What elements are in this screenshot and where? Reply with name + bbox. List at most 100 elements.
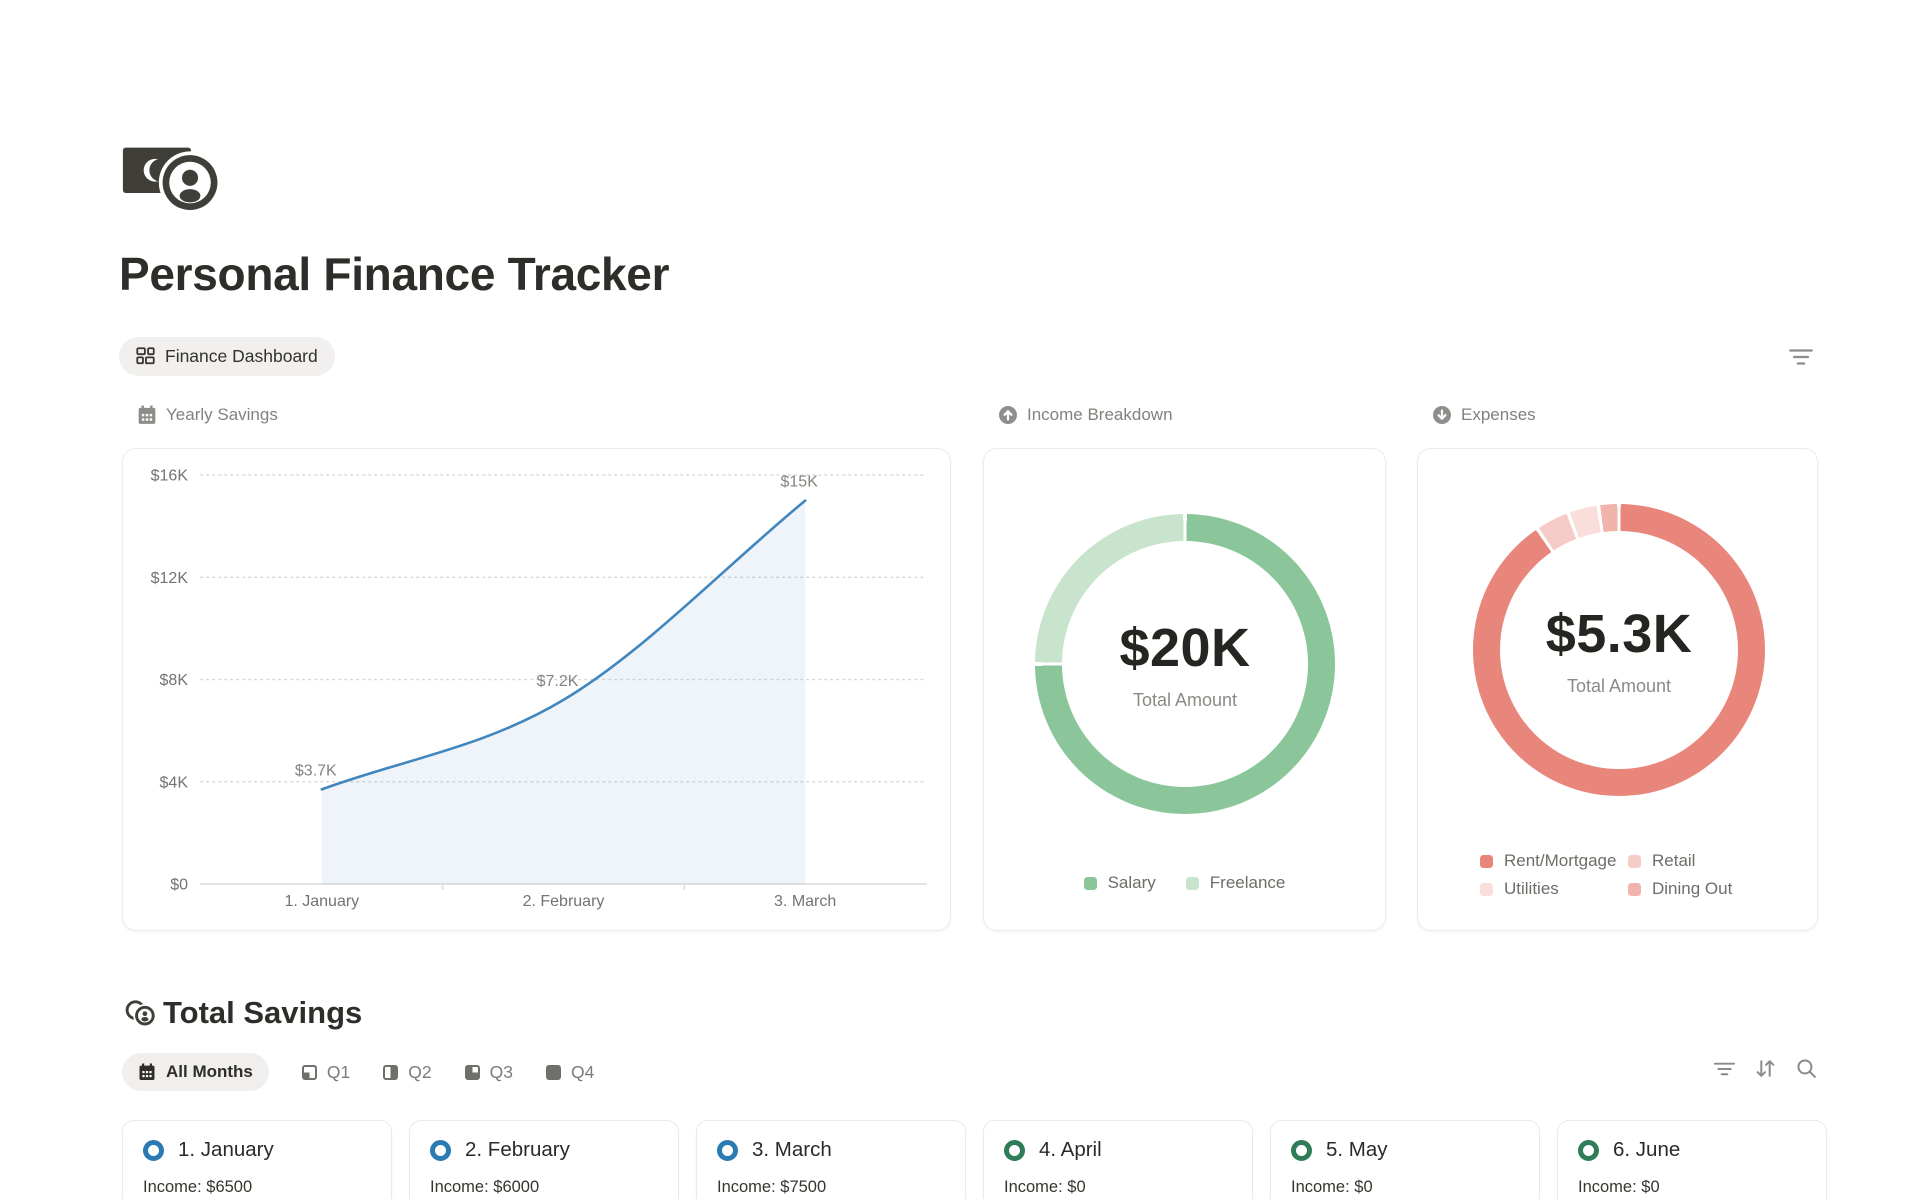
svg-text:$16K: $16K (151, 468, 189, 485)
status-ring-icon (1291, 1140, 1312, 1161)
month-income: Income: $0 (1291, 1178, 1519, 1197)
svg-text:$4K: $4K (160, 774, 189, 791)
calendar-icon (137, 405, 157, 425)
quarter-2-icon (383, 1065, 398, 1080)
month-income: Income: $7500 (717, 1178, 945, 1197)
legend-item-dining: Dining Out (1628, 879, 1732, 899)
finance-dashboard-tab[interactable]: Finance Dashboard (119, 337, 335, 376)
personal-finance-tracker-page: Personal Finance Tracker Finance Dashboa… (0, 0, 1920, 1199)
status-ring-icon (143, 1140, 164, 1161)
month-title: 6. June (1613, 1138, 1680, 1162)
quarter-3-icon (465, 1065, 480, 1080)
svg-text:$3.7K: $3.7K (295, 762, 337, 779)
dining-out-label: Dining Out (1652, 879, 1732, 899)
tab-q2[interactable]: Q2 (383, 1062, 431, 1083)
expenses-chart-card: $5.3K Total Amount Rent/Mortgage Retail … (1417, 448, 1818, 931)
month-income: Income: $0 (1004, 1178, 1232, 1197)
utilities-label: Utilities (1504, 879, 1559, 899)
yearly-savings-title: Yearly Savings (166, 405, 278, 425)
yearly-savings-chart-card: $0 $4K $8K $12K $16K 1. January 2. February 3. … (122, 448, 951, 931)
income-total-label: Total Amount (1133, 690, 1237, 711)
month-income: Income: $6500 (143, 1178, 371, 1197)
total-savings-tabs: All Months Q1 Q2 Q3 Q4 (122, 1053, 594, 1091)
all-months-label: All Months (166, 1062, 253, 1082)
q2-label: Q2 (408, 1062, 431, 1083)
arrow-up-circle-icon (998, 405, 1018, 425)
expenses-label: Expenses (1432, 405, 1536, 425)
month-income: Income: $6000 (430, 1178, 658, 1197)
filter-icon[interactable] (1712, 1056, 1736, 1080)
month-title: 4. April (1039, 1138, 1102, 1162)
expenses-title: Expenses (1461, 405, 1536, 425)
svg-text:1. January: 1. January (284, 893, 359, 910)
svg-text:$12K: $12K (151, 570, 189, 587)
income-donut-chart: $20K Total Amount (1035, 514, 1335, 814)
arrow-down-circle-icon (1432, 405, 1452, 425)
tab-all-months[interactable]: All Months (122, 1053, 269, 1091)
income-breakdown-title: Income Breakdown (1027, 405, 1173, 425)
total-savings-heading: Total Savings (163, 995, 362, 1031)
freelance-swatch (1186, 877, 1199, 890)
month-title: 1. January (178, 1138, 274, 1162)
month-card-may[interactable]: 5. May Income: $0 (1270, 1120, 1540, 1199)
tab-q3[interactable]: Q3 (465, 1062, 513, 1083)
income-breakdown-label: Income Breakdown (998, 405, 1173, 425)
svg-text:$8K: $8K (160, 672, 189, 689)
month-cards-row: 1. January Income: $6500 2. February Inc… (122, 1120, 1827, 1199)
finance-dashboard-label: Finance Dashboard (165, 346, 318, 367)
utilities-swatch (1480, 883, 1493, 896)
legend-item-freelance: Freelance (1186, 873, 1286, 893)
svg-text:$15K: $15K (781, 474, 819, 491)
salary-label: Salary (1108, 873, 1156, 893)
q3-label: Q3 (490, 1062, 513, 1083)
rent-swatch (1480, 855, 1493, 868)
status-ring-icon (430, 1140, 451, 1161)
filter-icon[interactable] (1788, 344, 1814, 370)
search-icon[interactable] (1794, 1056, 1818, 1080)
svg-text:$7.2K: $7.2K (537, 673, 579, 690)
quarter-4-icon (546, 1065, 561, 1080)
page-title: Personal Finance Tracker (119, 247, 669, 301)
month-card-march[interactable]: 3. March Income: $7500 (696, 1120, 966, 1199)
svg-text:3. March: 3. March (774, 893, 836, 910)
q4-label: Q4 (571, 1062, 594, 1083)
expenses-donut-chart: $5.3K Total Amount (1473, 504, 1765, 796)
status-ring-icon (717, 1140, 738, 1161)
retail-label: Retail (1652, 851, 1695, 871)
income-breakdown-chart-card: $20K Total Amount Salary Freelance (983, 448, 1386, 931)
sort-icon[interactable] (1753, 1056, 1777, 1080)
dashboard-grid-icon (136, 347, 155, 366)
expenses-legend: Rent/Mortgage Retail Utilities Dining Ou… (1480, 851, 1732, 899)
svg-text:$0: $0 (170, 877, 188, 894)
income-legend: Salary Freelance (984, 873, 1385, 893)
tab-q4[interactable]: Q4 (546, 1062, 594, 1083)
yearly-savings-label: Yearly Savings (137, 405, 278, 425)
expenses-total-label: Total Amount (1567, 676, 1671, 697)
month-card-april[interactable]: 4. April Income: $0 (983, 1120, 1253, 1199)
yearly-savings-chart: $0 $4K $8K $12K $16K 1. January 2. February 3. … (123, 449, 952, 932)
month-card-february[interactable]: 2. February Income: $6000 (409, 1120, 679, 1199)
income-total-value: $20K (1119, 617, 1250, 679)
tab-q1[interactable]: Q1 (302, 1062, 350, 1083)
calendar-icon (138, 1063, 156, 1081)
legend-item-salary: Salary (1084, 873, 1156, 893)
rent-label: Rent/Mortgage (1504, 851, 1616, 871)
month-card-january[interactable]: 1. January Income: $6500 (122, 1120, 392, 1199)
month-income: Income: $0 (1578, 1178, 1806, 1197)
quarter-1-icon (302, 1065, 317, 1080)
legend-item-retail: Retail (1628, 851, 1732, 871)
month-title: 5. May (1326, 1138, 1388, 1162)
status-ring-icon (1004, 1140, 1025, 1161)
total-savings-controls (1712, 1056, 1818, 1080)
month-card-june[interactable]: 6. June Income: $0 (1557, 1120, 1827, 1199)
svg-text:2. February: 2. February (523, 893, 605, 910)
month-title: 2. February (465, 1138, 570, 1162)
dining-out-swatch (1628, 883, 1641, 896)
status-ring-icon (1578, 1140, 1599, 1161)
freelance-label: Freelance (1210, 873, 1286, 893)
legend-item-rent: Rent/Mortgage (1480, 851, 1628, 871)
expenses-total-value: $5.3K (1546, 603, 1693, 665)
retail-swatch (1628, 855, 1641, 868)
income-donut-center: $20K Total Amount (1062, 541, 1308, 787)
month-title: 3. March (752, 1138, 832, 1162)
